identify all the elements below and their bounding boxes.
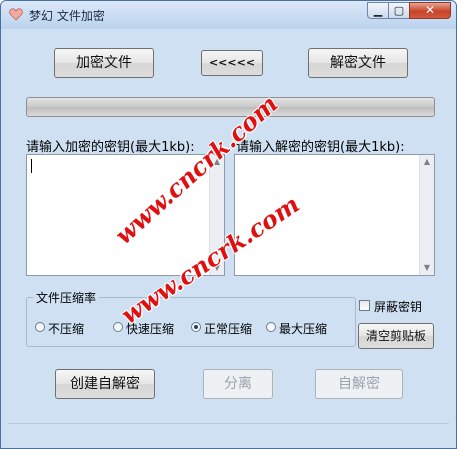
radio-label: 不压缩	[48, 322, 85, 336]
swap-button[interactable]: <<<<<	[201, 50, 263, 76]
split-button[interactable]: 分离	[203, 369, 273, 399]
scroll-up-icon[interactable]: ▲	[420, 155, 434, 169]
close-icon: ✕	[424, 3, 436, 17]
radio-dot	[266, 322, 276, 332]
radio-dot-checked	[191, 322, 201, 332]
decrypt-key-label: 请输入解密的密钥(最大1kb):	[236, 140, 405, 155]
status-bar	[8, 423, 449, 442]
compression-group: 文件压缩率 不压缩 快速压缩 正常压缩 最大压缩	[26, 289, 356, 347]
encrypt-file-button[interactable]: 加密文件	[54, 48, 154, 78]
scroll-down-icon[interactable]: ▼	[420, 261, 434, 275]
encrypt-key-label: 请输入加密的密钥(最大1kb):	[26, 140, 195, 155]
minimize-button[interactable]: ▁	[367, 2, 389, 19]
radio-dot	[113, 322, 123, 332]
maximize-button[interactable]: ▢	[388, 2, 410, 19]
app-window: 梦幻 文件加密 ▁ ▢ ✕ 加密文件 <<<<< 解密文件 请输入加密的密钥(最…	[0, 0, 457, 449]
compression-group-title: 文件压缩率	[33, 289, 100, 306]
heart-app-icon	[9, 8, 23, 21]
hide-key-label: 屏蔽密钥	[374, 300, 423, 314]
decrypt-key-scrollbar[interactable]: ▲ ▼	[419, 155, 434, 275]
clear-clipboard-button[interactable]: 清空剪贴板	[358, 323, 434, 349]
radio-dot	[35, 322, 45, 332]
radio-label: 正常压缩	[204, 322, 253, 336]
radio-label: 最大压缩	[279, 322, 328, 336]
create-self-extract-button[interactable]: 创建自解密	[55, 369, 155, 399]
checkbox-box	[359, 300, 370, 311]
close-button[interactable]: ✕	[409, 2, 451, 19]
maximize-icon: ▢	[393, 4, 405, 17]
window-title: 梦幻 文件加密	[29, 9, 105, 23]
title-bar[interactable]: 梦幻 文件加密 ▁ ▢ ✕	[1, 1, 456, 29]
text-caret	[31, 159, 32, 173]
self-decrypt-button[interactable]: 自解密	[315, 369, 403, 399]
decrypt-file-button[interactable]: 解密文件	[308, 48, 408, 78]
progress-bar	[26, 97, 435, 117]
minimize-icon: ▁	[373, 4, 383, 17]
